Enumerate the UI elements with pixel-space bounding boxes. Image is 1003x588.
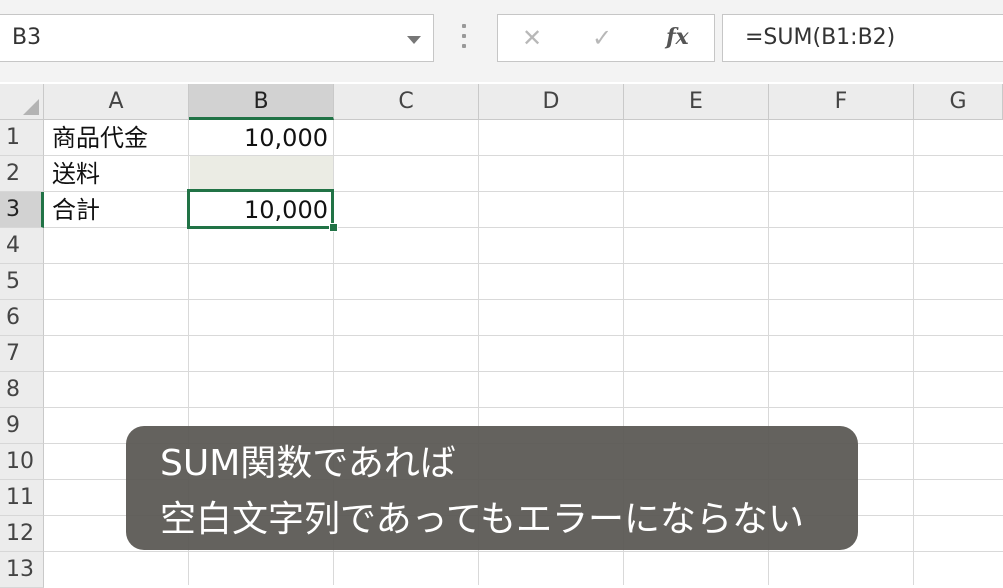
column-header-F[interactable]: F — [769, 84, 914, 120]
column-header-D[interactable]: D — [479, 84, 624, 120]
name-box[interactable]: B3 — [0, 14, 434, 62]
row-header-12[interactable]: 12 — [0, 516, 44, 552]
column-header-C[interactable]: C — [334, 84, 479, 120]
column-header-A[interactable]: A — [44, 84, 189, 120]
caption-line-1: SUM関数であれば — [160, 443, 456, 484]
row-header-1[interactable]: 1 — [0, 120, 44, 156]
row-header-11[interactable]: 11 — [0, 480, 44, 516]
row-header-10[interactable]: 10 — [0, 444, 44, 480]
cell-B1[interactable]: 10,000 — [189, 120, 334, 156]
cell-A3[interactable]: 合計 — [44, 192, 197, 228]
row-header-8[interactable]: 8 — [0, 372, 44, 408]
column-header-G[interactable]: G — [914, 84, 1003, 120]
row-header-3[interactable]: 3 — [0, 192, 44, 228]
caption-overlay: SUM関数であれば 空白文字列であってもエラーにならない — [126, 426, 858, 550]
insert-function-icon[interactable]: fx — [666, 24, 689, 50]
formula-bar-area: B3 ✕ ✓ fx =SUM(B1:B2) — [0, 0, 1003, 82]
row-header-5[interactable]: 5 — [0, 264, 44, 300]
select-all-icon — [23, 99, 39, 115]
cell-A2[interactable]: 送料 — [44, 156, 197, 192]
column-header-E[interactable]: E — [624, 84, 769, 120]
row-header-6[interactable]: 6 — [0, 300, 44, 336]
cancel-icon[interactable]: ✕ — [522, 24, 542, 52]
caption-line-2: 空白文字列であってもエラーにならない — [160, 499, 805, 540]
cell-A1[interactable]: 商品代金 — [44, 120, 197, 156]
chevron-down-icon[interactable] — [407, 36, 421, 44]
select-all-button[interactable] — [0, 84, 44, 120]
formula-input[interactable]: =SUM(B1:B2) — [722, 14, 1003, 62]
column-header-B[interactable]: B — [189, 84, 334, 120]
active-cell-border — [187, 189, 334, 229]
drag-handle-icon[interactable] — [458, 24, 470, 52]
formula-text: =SUM(B1:B2) — [745, 25, 896, 50]
formula-buttons: ✕ ✓ fx — [497, 14, 715, 62]
enter-icon[interactable]: ✓ — [592, 24, 612, 52]
fill-handle[interactable] — [329, 223, 338, 232]
row-header-2[interactable]: 2 — [0, 156, 44, 192]
row-header-4[interactable]: 4 — [0, 228, 44, 264]
row-header-9[interactable]: 9 — [0, 408, 44, 444]
name-box-value: B3 — [12, 25, 42, 50]
cell-B2[interactable] — [190, 156, 333, 191]
row-header-13[interactable]: 13 — [0, 552, 44, 588]
row-header-7[interactable]: 7 — [0, 336, 44, 372]
